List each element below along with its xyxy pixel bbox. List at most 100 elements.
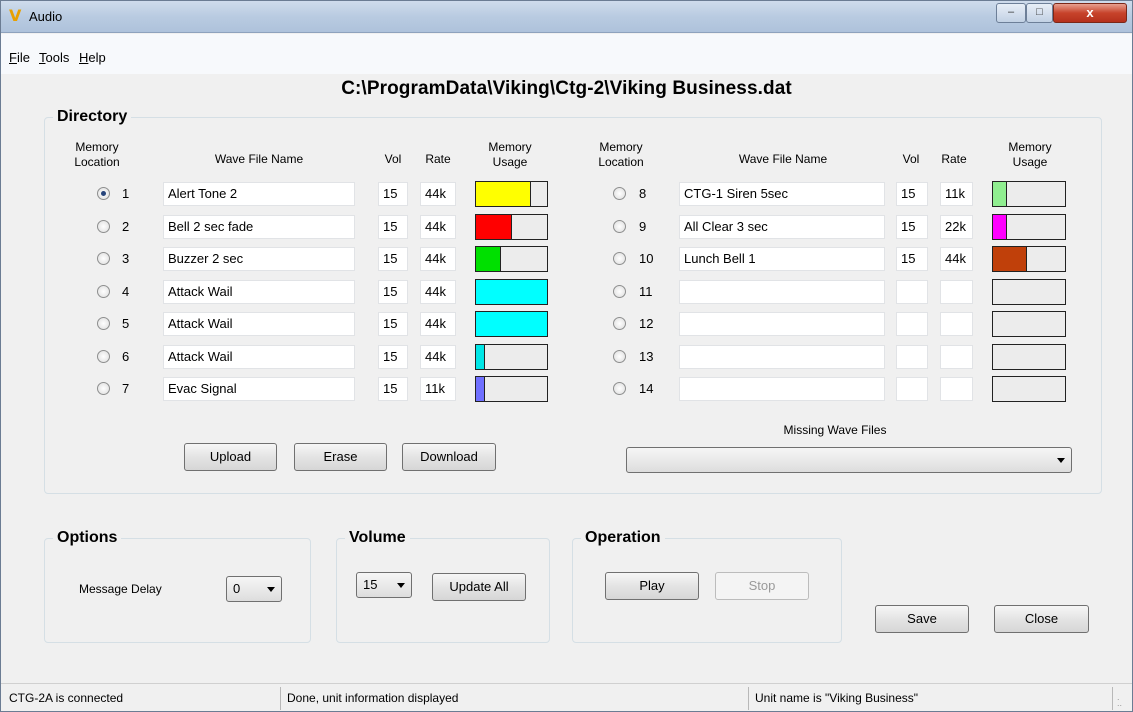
rate-field[interactable]: [940, 312, 973, 336]
rate-field[interactable]: [940, 279, 973, 304]
message-delay-dropdown[interactable]: 0: [226, 576, 282, 602]
volume-value: 15: [363, 577, 378, 592]
volume-dropdown[interactable]: 15: [356, 572, 412, 598]
memory-location-radio[interactable]: [97, 317, 110, 330]
resize-grip-icon[interactable]: ...: [1117, 693, 1129, 708]
menu-help-mnemonic: H: [79, 50, 89, 65]
memory-location-radio[interactable]: [613, 252, 626, 265]
memory-location-radio[interactable]: [613, 317, 626, 330]
save-button[interactable]: Save: [875, 605, 969, 633]
vol-field[interactable]: 15: [378, 182, 408, 206]
operation-group: Operation Play Stop: [572, 529, 842, 643]
menu-help-rest: elp: [88, 50, 106, 65]
close-icon: x: [1086, 5, 1094, 20]
vol-field[interactable]: [896, 312, 928, 336]
rate-field[interactable]: 44k: [940, 247, 973, 271]
status-unit-name: Unit name is "Viking Business": [751, 687, 1113, 710]
maximize-button[interactable]: □: [1026, 3, 1053, 23]
update-all-button[interactable]: Update All: [432, 573, 526, 601]
memory-location-radio[interactable]: [97, 382, 110, 395]
wave-file-name-field[interactable]: Evac Signal: [163, 377, 355, 401]
vol-field[interactable]: [896, 344, 928, 369]
memory-location-radio[interactable]: [97, 219, 110, 233]
wave-file-name-field[interactable]: [679, 312, 885, 336]
chevron-down-icon: [267, 587, 275, 592]
operation-title: Operation: [581, 529, 665, 547]
memory-usage-bar: [475, 246, 548, 272]
play-button[interactable]: Play: [605, 572, 699, 600]
wave-file-name-field[interactable]: Buzzer 2 sec: [163, 247, 355, 271]
rate-field[interactable]: 44k: [420, 247, 456, 271]
rate-field[interactable]: 44k: [420, 182, 456, 206]
missing-wave-files-dropdown[interactable]: [626, 447, 1072, 473]
vol-field[interactable]: 15: [378, 214, 408, 239]
rate-field[interactable]: 44k: [420, 312, 456, 336]
vol-field[interactable]: 15: [378, 377, 408, 401]
menu-file[interactable]: File: [9, 50, 30, 65]
memory-location-radio[interactable]: [613, 349, 626, 363]
memory-location-radio[interactable]: [613, 187, 626, 200]
volume-group: Volume 15 Update All: [336, 529, 550, 643]
memory-location-radio[interactable]: [97, 252, 110, 265]
wave-file-name-field[interactable]: Bell 2 sec fade: [163, 214, 355, 239]
vol-field[interactable]: 15: [378, 279, 408, 304]
memory-location-radio[interactable]: [613, 219, 626, 233]
close-button[interactable]: Close: [994, 605, 1089, 633]
minimize-button[interactable]: –: [996, 3, 1026, 23]
memory-location-number: 11: [639, 283, 653, 299]
rate-field[interactable]: 44k: [420, 344, 456, 369]
upload-button[interactable]: Upload: [184, 443, 277, 471]
wave-file-name-field[interactable]: [679, 377, 885, 401]
vol-field[interactable]: 15: [896, 182, 928, 206]
wave-file-name-field[interactable]: [679, 279, 885, 304]
menu-tools[interactable]: Tools: [39, 50, 69, 65]
vol-field[interactable]: 15: [378, 247, 408, 271]
vol-field[interactable]: 15: [378, 344, 408, 369]
memory-location-radio[interactable]: [613, 284, 626, 298]
rate-field[interactable]: 11k: [940, 182, 973, 206]
wave-file-name-field[interactable]: Attack Wail: [163, 312, 355, 336]
wave-file-name-field[interactable]: [679, 344, 885, 369]
memory-location-radio[interactable]: [613, 382, 626, 395]
vol-field[interactable]: 15: [378, 312, 408, 336]
rate-field[interactable]: [940, 377, 973, 401]
rate-field[interactable]: 11k: [420, 377, 456, 401]
rate-field[interactable]: 22k: [940, 214, 973, 239]
wave-file-name-field[interactable]: CTG-1 Siren 5sec: [679, 182, 885, 206]
memory-usage-bar: [475, 343, 548, 370]
menu-bar: File Tools Help: [1, 34, 1132, 74]
memory-location-number: 5: [122, 316, 130, 331]
wave-file-name-field[interactable]: Lunch Bell 1: [679, 247, 885, 271]
erase-button[interactable]: Erase: [294, 443, 387, 471]
memory-usage-fill: [476, 247, 501, 271]
viking-app-icon: V: [9, 6, 22, 25]
memory-location-number: 2: [122, 218, 130, 234]
rate-field[interactable]: 44k: [420, 279, 456, 304]
title-bar[interactable]: V Audio – □ x: [1, 1, 1132, 33]
missing-wave-files-label: Missing Wave Files: [783, 423, 887, 437]
memory-location-radio[interactable]: [97, 284, 110, 298]
header-memory-location-left: Memory Location: [74, 140, 120, 169]
vol-field[interactable]: [896, 377, 928, 401]
wave-file-name-field[interactable]: Attack Wail: [163, 279, 355, 304]
vol-field[interactable]: 15: [896, 247, 928, 271]
memory-location-number: 7: [122, 381, 130, 396]
header-wave-file-name-left: Wave File Name: [214, 152, 304, 166]
memory-location-radio[interactable]: [97, 349, 110, 363]
vol-field[interactable]: 15: [896, 214, 928, 239]
vol-field[interactable]: [896, 279, 928, 304]
wave-file-name-field[interactable]: All Clear 3 sec: [679, 214, 885, 239]
memory-location-number: 3: [122, 251, 130, 266]
wave-file-name-field[interactable]: Alert Tone 2: [163, 182, 355, 206]
wave-file-name-field[interactable]: Attack Wail: [163, 344, 355, 369]
chevron-down-icon: [397, 583, 405, 588]
download-button[interactable]: Download: [402, 443, 496, 471]
rate-field[interactable]: [940, 344, 973, 369]
memory-location-number: 9: [639, 218, 647, 234]
menu-help[interactable]: Help: [79, 50, 106, 65]
memory-location-radio[interactable]: [97, 187, 110, 200]
stop-button[interactable]: Stop: [715, 572, 809, 600]
rate-field[interactable]: 44k: [420, 214, 456, 239]
options-title: Options: [53, 529, 122, 547]
close-window-button[interactable]: x: [1053, 3, 1127, 23]
